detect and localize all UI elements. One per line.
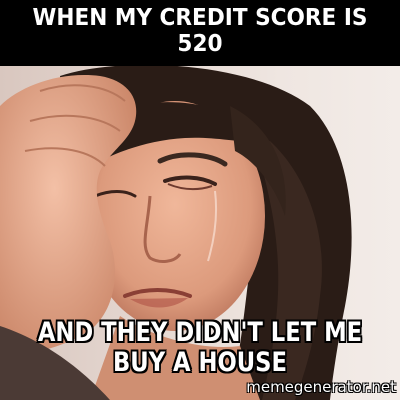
memegenerator-watermark: memegenerator.net [246, 378, 396, 396]
meme-bottom-caption: AND THEY DIDN'T LET ME BUY A HOUSE [37, 317, 363, 379]
meme-image: WHEN MY CREDIT SCORE IS 520 AND THEY DID… [0, 0, 400, 400]
meme-top-caption: WHEN MY CREDIT SCORE IS 520 [32, 5, 368, 57]
